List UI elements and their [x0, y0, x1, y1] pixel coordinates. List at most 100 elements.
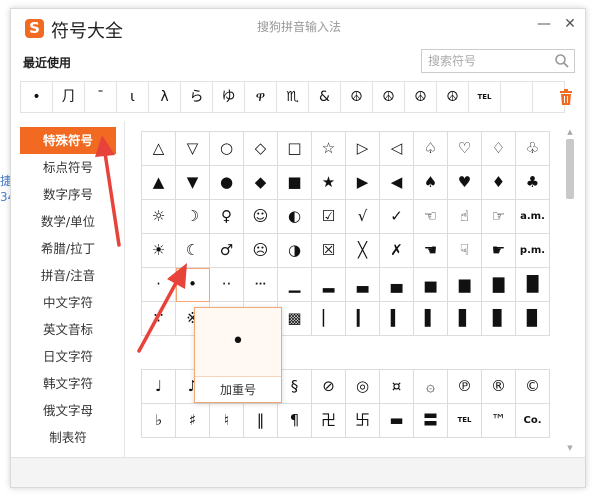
symbol-cell[interactable]: ·· [210, 268, 244, 302]
symbol-cell[interactable]: ♡ [448, 132, 482, 166]
symbol-cell[interactable]: ◇ [244, 132, 278, 166]
symbol-cell[interactable]: © [516, 370, 550, 404]
symbol-cell[interactable]: ▅ [414, 268, 448, 302]
recent-symbol-cell[interactable]: ☮ [404, 81, 437, 113]
recent-symbol-cell[interactable]: λ [148, 81, 181, 113]
symbol-cell[interactable]: ▌ [414, 302, 448, 336]
symbol-cell[interactable]: ■ [278, 166, 312, 200]
symbol-cell[interactable]: ☽ [176, 200, 210, 234]
recent-symbol-cell[interactable]: & [308, 81, 341, 113]
category-item[interactable]: 韩文字符 [20, 370, 116, 397]
symbol-cell[interactable]: ▶ [346, 166, 380, 200]
recent-symbol-cell[interactable]: ♏ [276, 81, 309, 113]
scroll-down-arrow-icon[interactable]: ▼ [564, 443, 576, 453]
symbol-cell[interactable]: ● [210, 166, 244, 200]
search-icon[interactable] [554, 53, 570, 69]
symbol-cell[interactable]: ▽ [176, 132, 210, 166]
symbol-cell[interactable]: ◎ [346, 370, 380, 404]
symbol-cell[interactable]: ☼ [142, 200, 176, 234]
symbol-cell[interactable]: ▇ [482, 268, 516, 302]
recent-symbol-cell[interactable]: ら [180, 81, 213, 113]
symbol-cell[interactable]: ☒ [312, 234, 346, 268]
recent-symbol-cell[interactable]: ☮ [436, 81, 469, 113]
symbol-cell[interactable]: ▄ [380, 268, 414, 302]
symbol-cell[interactable]: ♢ [482, 132, 516, 166]
symbol-cell[interactable]: ○ [210, 132, 244, 166]
symbol-cell[interactable]: ♧ [516, 132, 550, 166]
symbol-cell[interactable]: ▋ [448, 302, 482, 336]
symbol-cell[interactable]: ⊘ [312, 370, 346, 404]
category-item[interactable]: 俄文字母 [20, 397, 116, 424]
close-button[interactable]: ✕ [559, 13, 581, 35]
symbol-cell[interactable]: ☞ [482, 200, 516, 234]
symbol-cell[interactable]: ▆ [448, 268, 482, 302]
symbol-cell[interactable]: ♤ [414, 132, 448, 166]
recent-symbol-cell[interactable] [500, 81, 533, 113]
symbol-cell[interactable]: ◑ [278, 234, 312, 268]
symbol-cell[interactable]: ♂ [210, 234, 244, 268]
symbol-cell[interactable]: ☜ [414, 200, 448, 234]
category-item[interactable]: 制表符 [20, 424, 116, 451]
symbol-cell[interactable]: ♥ [448, 166, 482, 200]
recent-symbol-cell[interactable]: ゆ [212, 81, 245, 113]
symbol-cell[interactable]: ▲ [142, 166, 176, 200]
symbol-cell[interactable]: 卐 [346, 404, 380, 438]
symbol-cell[interactable]: ☛ [482, 234, 516, 268]
symbol-cell[interactable]: ✗ [380, 234, 414, 268]
recent-symbol-cell[interactable]: ☮ [372, 81, 405, 113]
symbol-cell[interactable]: 卍 [312, 404, 346, 438]
category-item[interactable]: 中文字符 [20, 289, 116, 316]
minimize-button[interactable]: — [533, 13, 555, 35]
symbol-cell[interactable]: █ [516, 268, 550, 302]
symbol-cell[interactable]: ▁ [278, 268, 312, 302]
symbol-cell[interactable]: ♣ [516, 166, 550, 200]
symbol-cell[interactable]: TEL [448, 404, 482, 438]
symbol-cell[interactable]: ♦ [482, 166, 516, 200]
symbol-cell[interactable]: ♯ [176, 404, 210, 438]
symbol-cell[interactable]: ۞ [414, 370, 448, 404]
symbol-cell[interactable]: ☚ [414, 234, 448, 268]
symbol-cell[interactable]: ¶ [278, 404, 312, 438]
category-item[interactable]: 英文音标 [20, 316, 116, 343]
symbol-cell[interactable]: ♭ [142, 404, 176, 438]
symbol-cell[interactable]: √ [346, 200, 380, 234]
search-box[interactable] [421, 49, 575, 73]
symbol-cell[interactable]: ▂ [312, 268, 346, 302]
symbol-cell[interactable]: ♮ [210, 404, 244, 438]
recent-symbol-cell[interactable]: • [20, 81, 53, 113]
symbol-cell[interactable]: ◁ [380, 132, 414, 166]
symbol-cell[interactable]: 〓 [414, 404, 448, 438]
recent-symbol-cell[interactable]: TEL [468, 81, 501, 113]
symbol-cell[interactable]: ▃ [346, 268, 380, 302]
recent-symbol-cell[interactable]: ¯ [84, 81, 117, 113]
symbol-cell[interactable]: ▍ [380, 302, 414, 336]
trash-icon[interactable] [559, 89, 573, 105]
symbol-cell[interactable]: a.m. [516, 200, 550, 234]
symbol-cell[interactable]: ♠ [414, 166, 448, 200]
scroll-up-arrow-icon[interactable]: ▲ [564, 127, 576, 137]
symbol-cell[interactable]: Co. [516, 404, 550, 438]
symbol-cell[interactable]: ℗ [448, 370, 482, 404]
symbol-cell[interactable]: ☟ [448, 234, 482, 268]
symbol-cell[interactable]: ▊ [482, 302, 516, 336]
symbol-cell[interactable]: ▎ [346, 302, 380, 336]
symbol-cell[interactable]: ™ [482, 404, 516, 438]
scrollbar-thumb[interactable] [566, 139, 574, 199]
symbol-cell[interactable]: ▏ [312, 302, 346, 336]
symbol-cell[interactable]: ★ [312, 166, 346, 200]
symbol-cell[interactable]: ¤ [380, 370, 414, 404]
symbol-cell[interactable]: ▬ [380, 404, 414, 438]
symbol-cell[interactable]: ☑ [312, 200, 346, 234]
symbol-cell[interactable]: p.m. [516, 234, 550, 268]
vertical-scrollbar[interactable]: ▲ ▼ [564, 127, 576, 453]
symbol-cell[interactable]: ╳ [346, 234, 380, 268]
symbol-cell[interactable]: § [278, 370, 312, 404]
search-input[interactable] [422, 50, 548, 72]
symbol-cell[interactable]: △ [142, 132, 176, 166]
symbol-cell[interactable]: ♀ [210, 200, 244, 234]
symbol-cell[interactable]: ▼ [176, 166, 210, 200]
symbol-cell[interactable]: ☝ [448, 200, 482, 234]
recent-symbol-cell[interactable]: ☮ [340, 81, 373, 113]
symbol-cell[interactable]: ··· [244, 268, 278, 302]
category-item[interactable]: 日文字符 [20, 343, 116, 370]
